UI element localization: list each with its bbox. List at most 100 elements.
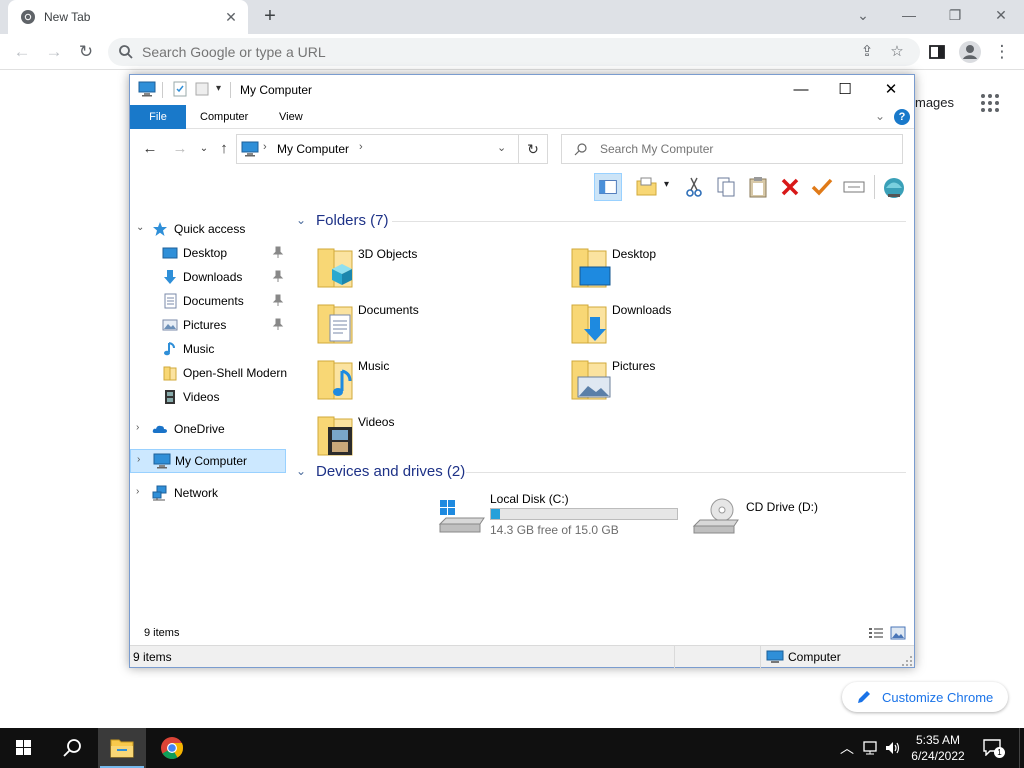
paste-icon[interactable]	[744, 173, 772, 201]
drive-cd-d[interactable]: CD Drive (D:)	[692, 492, 892, 540]
chrome-tab-search-icon[interactable]: ⌄	[840, 0, 886, 30]
omnibox-input[interactable]	[142, 38, 822, 66]
action-center-button[interactable]: 1	[982, 738, 1005, 758]
new-tab-button[interactable]: +	[258, 5, 282, 29]
nav-downloads[interactable]: Downloads	[130, 265, 290, 289]
folder-desktop[interactable]: Desktop	[566, 243, 806, 291]
pin-icon[interactable]	[272, 246, 284, 258]
nav-network[interactable]: › Network	[130, 481, 290, 505]
help-icon[interactable]: ?	[894, 109, 910, 125]
explorer-minimize-button[interactable]: —	[778, 75, 824, 105]
delete-icon[interactable]	[776, 173, 804, 201]
collapse-arrow-icon[interactable]: ›	[136, 486, 139, 497]
network-tray-icon[interactable]	[862, 739, 880, 757]
open-shell-icon[interactable]	[880, 173, 908, 201]
refresh-button[interactable]: ↻	[518, 134, 548, 164]
reload-icon[interactable]: ↻	[74, 40, 98, 64]
collapse-arrow-icon[interactable]: ›	[137, 454, 140, 465]
up-arrow-icon[interactable]: ↑	[214, 139, 234, 159]
details-view-icon[interactable]	[868, 626, 884, 640]
nav-open-shell-modern[interactable]: Open-Shell Modern	[130, 361, 290, 385]
recent-locations-icon[interactable]: ⌄	[194, 139, 214, 159]
show-desktop-button[interactable]	[1019, 728, 1024, 768]
folder-downloads[interactable]: Downloads	[566, 299, 806, 347]
forward-arrow-icon[interactable]: →	[42, 40, 66, 64]
nav-desktop[interactable]: Desktop	[130, 241, 290, 265]
folder-3d-objects[interactable]: 3D Objects	[312, 243, 552, 291]
resize-grip-icon[interactable]	[902, 656, 912, 666]
chrome-menu-icon[interactable]: ⋮	[990, 40, 1014, 64]
explorer-maximize-button[interactable]: ☐	[822, 75, 868, 105]
explorer-close-button[interactable]: ✕	[868, 75, 914, 105]
explorer-navbar: ← → ⌄ ↑ › My Computer › ⌄ ↻	[130, 131, 914, 167]
view-menu-dropdown-icon[interactable]: ▾	[664, 179, 669, 190]
copy-icon[interactable]	[712, 173, 740, 201]
nav-pictures[interactable]: Pictures	[130, 313, 290, 337]
back-arrow-icon[interactable]: ←	[10, 40, 34, 64]
explorer-back-icon[interactable]: ←	[140, 139, 160, 159]
share-icon[interactable]: ⇪	[858, 43, 876, 61]
nav-music[interactable]: Music	[130, 337, 290, 361]
nav-videos[interactable]: Videos	[130, 385, 290, 409]
folder-pictures[interactable]: Pictures	[566, 355, 806, 403]
windows-start-icon[interactable]	[0, 728, 48, 768]
pin-icon[interactable]	[272, 318, 284, 330]
address-separator-icon[interactable]: ›	[263, 141, 267, 153]
explorer-window: ▾ My Computer — ☐ ✕ File Computer View ⌄…	[129, 74, 915, 668]
group-collapse-icon[interactable]: ⌄	[296, 213, 306, 227]
tab-close-icon[interactable]: ✕	[222, 8, 240, 26]
ribbon-expand-icon[interactable]: ⌄	[875, 109, 885, 123]
folder-documents[interactable]: Documents	[312, 299, 552, 347]
address-dropdown-icon[interactable]: ⌄	[497, 141, 506, 154]
taskbar-file-explorer[interactable]	[98, 728, 146, 768]
nav-my-computer[interactable]: › My Computer	[130, 449, 286, 473]
folder-music[interactable]: Music	[312, 355, 552, 403]
preview-pane-icon[interactable]	[594, 173, 622, 201]
address-bar[interactable]: › My Computer › ⌄	[236, 134, 548, 164]
group-header-devices[interactable]: ⌄ Devices and drives (2)	[296, 462, 906, 482]
taskbar-chrome[interactable]	[148, 728, 196, 768]
side-panel-icon[interactable]	[928, 43, 946, 61]
taskbar-search-icon[interactable]	[48, 728, 96, 768]
tab-file[interactable]: File	[130, 105, 186, 129]
explorer-forward-icon[interactable]: →	[170, 139, 190, 159]
folder-videos[interactable]: Videos	[312, 411, 552, 459]
large-icons-view-icon[interactable]	[890, 626, 906, 640]
chrome-restore-button[interactable]: ❐	[932, 0, 978, 30]
cut-icon[interactable]	[680, 173, 708, 201]
tab-computer[interactable]: Computer	[186, 105, 262, 129]
chrome-close-button[interactable]: ✕	[978, 0, 1024, 30]
profile-avatar-icon[interactable]	[958, 40, 982, 64]
nav-onedrive[interactable]: › OneDrive	[130, 417, 290, 441]
quick-access-dropdown-icon[interactable]: ▾	[216, 83, 221, 94]
nav-documents[interactable]: Documents	[130, 289, 290, 313]
drive-local-disk-c[interactable]: Local Disk (C:) 14.3 GB free of 15.0 GB	[436, 492, 686, 540]
tab-view[interactable]: View	[265, 105, 317, 129]
view-menu-icon[interactable]	[634, 173, 662, 201]
collapse-arrow-icon[interactable]: ›	[136, 422, 139, 433]
customize-chrome-button[interactable]: Customize Chrome	[842, 682, 1008, 712]
chrome-minimize-button[interactable]: —	[886, 0, 932, 30]
group-collapse-icon[interactable]: ⌄	[296, 464, 306, 478]
rename-icon[interactable]	[840, 173, 868, 201]
tab-new-tab[interactable]: New Tab ✕	[8, 0, 248, 34]
search-box[interactable]	[561, 134, 903, 164]
taskbar-clock[interactable]: 5:35 AM 6/24/2022	[900, 732, 976, 764]
check-icon[interactable]	[808, 173, 836, 201]
pin-icon[interactable]	[272, 294, 284, 306]
expand-arrow-icon[interactable]: ⌄	[136, 222, 144, 233]
show-hidden-icons-icon[interactable]: ︿	[838, 739, 856, 757]
google-apps-icon[interactable]	[980, 93, 1000, 113]
pin-icon[interactable]	[272, 270, 284, 282]
bookmark-star-icon[interactable]: ☆	[888, 43, 906, 61]
omnibox[interactable]: ⇪ ☆	[108, 38, 920, 66]
address-breadcrumb[interactable]: My Computer	[277, 142, 349, 156]
properties-icon[interactable]	[172, 81, 188, 97]
nav-quick-access[interactable]: ⌄ Quick access	[130, 217, 290, 241]
folder-label: Pictures	[612, 359, 656, 373]
new-folder-qa-icon[interactable]	[194, 81, 210, 97]
breadcrumb-chevron-icon[interactable]: ›	[359, 141, 363, 153]
group-header-folders[interactable]: ⌄ Folders (7)	[296, 211, 906, 231]
search-input[interactable]	[600, 135, 890, 163]
ntp-images-link[interactable]: mages	[915, 95, 954, 110]
